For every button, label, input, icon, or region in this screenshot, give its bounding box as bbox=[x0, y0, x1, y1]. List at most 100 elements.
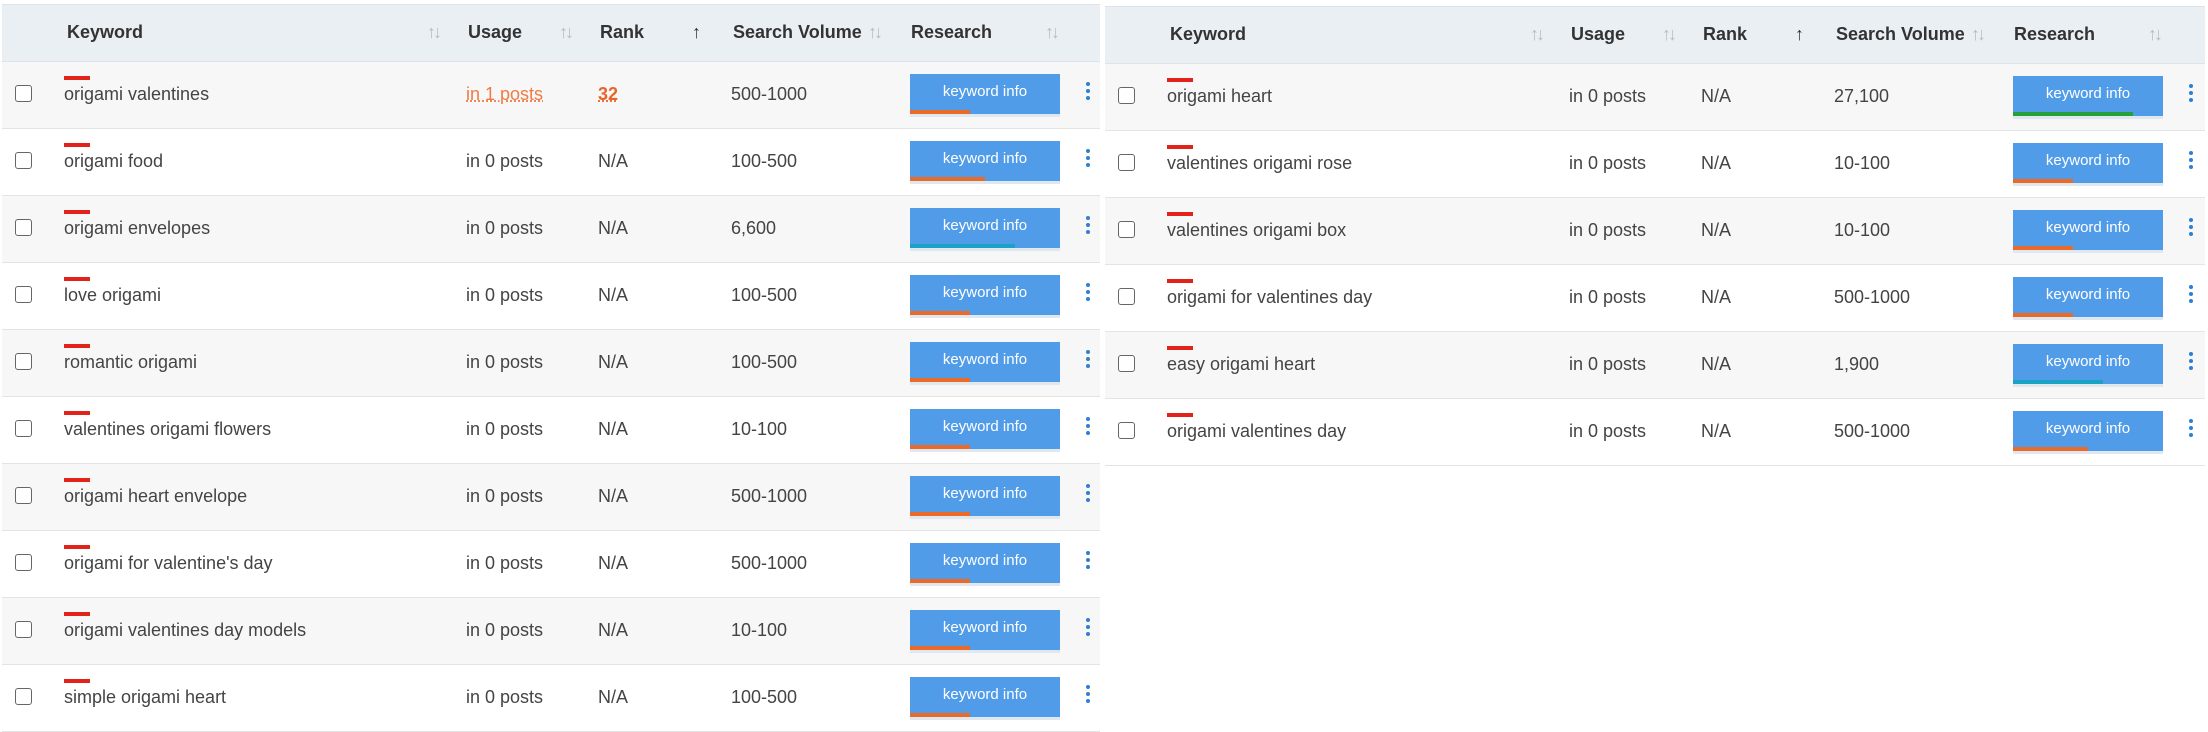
keyword-info-button[interactable]: keyword info bbox=[2013, 411, 2163, 451]
row-checkbox[interactable] bbox=[1118, 87, 1135, 104]
keyword-table-right: Keyword ↑↓ Usage ↑↓ Rank ↑ Search Volume… bbox=[1105, 6, 2205, 466]
column-header-search-volume[interactable]: Search Volume bbox=[1836, 24, 1965, 45]
volume-strength-bar bbox=[2013, 246, 2073, 250]
keyword-info-button[interactable]: keyword info bbox=[910, 610, 1060, 650]
column-header-rank[interactable]: Rank bbox=[600, 22, 644, 43]
rank-value: N/A bbox=[1701, 153, 1732, 173]
sort-icon[interactable]: ↑↓ bbox=[1045, 22, 1060, 43]
more-options-icon[interactable] bbox=[1085, 149, 1091, 170]
more-options-icon[interactable] bbox=[1085, 283, 1091, 304]
keyword-marker-icon bbox=[1167, 346, 1193, 350]
more-options-icon[interactable] bbox=[1085, 618, 1091, 639]
search-volume-value: 10-100 bbox=[731, 620, 788, 640]
keyword-info-label: keyword info bbox=[942, 418, 1028, 435]
more-options-icon[interactable] bbox=[1085, 685, 1091, 706]
sort-icon[interactable]: ↑↓ bbox=[2148, 24, 2163, 45]
column-header-research[interactable]: Research bbox=[911, 22, 992, 43]
keyword-text: easy origami heart bbox=[1167, 354, 1316, 374]
more-options-icon[interactable] bbox=[2188, 285, 2194, 306]
usage-value: in 0 posts bbox=[466, 285, 544, 305]
rank-value: N/A bbox=[1701, 421, 1732, 441]
keyword-info-button[interactable]: keyword info bbox=[910, 208, 1060, 248]
keyword-info-button[interactable]: keyword info bbox=[2013, 277, 2163, 317]
rank-value: N/A bbox=[598, 419, 629, 439]
volume-strength-bar bbox=[910, 378, 970, 382]
sort-icon[interactable]: ↑↓ bbox=[1530, 24, 1545, 45]
row-checkbox[interactable] bbox=[15, 487, 32, 504]
sort-active-icon[interactable]: ↑ bbox=[1795, 24, 1804, 45]
sort-icon[interactable]: ↑↓ bbox=[427, 22, 442, 43]
row-checkbox[interactable] bbox=[1118, 422, 1135, 439]
usage-value: in 0 posts bbox=[466, 352, 544, 372]
table-body: origami heart in 0 posts N/A 27,100 keyword … bbox=[1105, 64, 2205, 466]
column-header-usage[interactable]: Usage bbox=[1571, 24, 1625, 45]
table-row: origami heart in 0 posts N/A 27,100 keyword … bbox=[1105, 64, 2205, 131]
keyword-info-label: keyword info bbox=[2045, 219, 2131, 236]
row-checkbox[interactable] bbox=[15, 286, 32, 303]
keyword-marker-icon bbox=[64, 210, 90, 214]
keyword-info-button[interactable]: keyword info bbox=[910, 141, 1060, 181]
usage-value: in 0 posts bbox=[466, 486, 544, 506]
more-options-icon[interactable] bbox=[2188, 151, 2194, 172]
row-checkbox[interactable] bbox=[15, 420, 32, 437]
sort-icon[interactable]: ↑↓ bbox=[559, 22, 574, 43]
volume-strength-bar bbox=[2013, 313, 2073, 317]
rank-value: N/A bbox=[598, 285, 629, 305]
row-checkbox[interactable] bbox=[15, 621, 32, 638]
sort-active-icon[interactable]: ↑ bbox=[692, 22, 701, 43]
row-checkbox[interactable] bbox=[15, 688, 32, 705]
keyword-info-button[interactable]: keyword info bbox=[2013, 210, 2163, 250]
more-options-icon[interactable] bbox=[1085, 417, 1091, 438]
keyword-marker-icon bbox=[64, 679, 90, 683]
volume-strength-bar bbox=[910, 311, 970, 315]
row-checkbox[interactable] bbox=[15, 219, 32, 236]
keyword-info-button[interactable]: keyword info bbox=[2013, 344, 2163, 384]
row-checkbox[interactable] bbox=[15, 152, 32, 169]
keyword-marker-icon bbox=[1167, 78, 1193, 82]
more-options-icon[interactable] bbox=[1085, 350, 1091, 371]
row-checkbox[interactable] bbox=[15, 85, 32, 102]
sort-icon[interactable]: ↑↓ bbox=[1662, 24, 1677, 45]
keyword-info-button[interactable]: keyword info bbox=[910, 677, 1060, 717]
more-options-icon[interactable] bbox=[2188, 419, 2194, 440]
row-checkbox[interactable] bbox=[1118, 154, 1135, 171]
more-options-icon[interactable] bbox=[1085, 484, 1091, 505]
keyword-info-button[interactable]: keyword info bbox=[910, 342, 1060, 382]
keyword-info-button[interactable]: keyword info bbox=[2013, 143, 2163, 183]
more-options-icon[interactable] bbox=[1085, 82, 1091, 103]
column-header-usage[interactable]: Usage bbox=[468, 22, 522, 43]
keyword-info-button[interactable]: keyword info bbox=[910, 543, 1060, 583]
keyword-info-button[interactable]: keyword info bbox=[910, 409, 1060, 449]
column-header-research[interactable]: Research bbox=[2014, 24, 2095, 45]
search-volume-value: 500-1000 bbox=[1834, 421, 1911, 441]
keyword-info-button[interactable]: keyword info bbox=[910, 476, 1060, 516]
column-header-keyword[interactable]: Keyword bbox=[1170, 24, 1246, 45]
column-header-keyword[interactable]: Keyword bbox=[67, 22, 143, 43]
rank-value[interactable]: 32 bbox=[598, 84, 618, 105]
row-checkbox[interactable] bbox=[15, 554, 32, 571]
row-checkbox[interactable] bbox=[1118, 355, 1135, 372]
sort-icon[interactable]: ↑↓ bbox=[1971, 24, 1986, 45]
row-checkbox[interactable] bbox=[15, 353, 32, 370]
keyword-info-label: keyword info bbox=[2045, 420, 2131, 437]
rank-value: N/A bbox=[598, 151, 629, 171]
keyword-text: origami heart envelope bbox=[64, 486, 248, 506]
more-options-icon[interactable] bbox=[1085, 216, 1091, 237]
rank-value: N/A bbox=[1701, 220, 1732, 240]
more-options-icon[interactable] bbox=[2188, 352, 2194, 373]
row-checkbox[interactable] bbox=[1118, 288, 1135, 305]
more-options-icon[interactable] bbox=[2188, 218, 2194, 239]
table-row: origami heart envelope in 0 posts N/A 500-1… bbox=[2, 464, 1100, 531]
keyword-info-button[interactable]: keyword info bbox=[910, 275, 1060, 315]
more-options-icon[interactable] bbox=[1085, 551, 1091, 572]
column-header-search-volume[interactable]: Search Volume bbox=[733, 22, 862, 43]
more-options-icon[interactable] bbox=[2188, 84, 2194, 105]
column-header-rank[interactable]: Rank bbox=[1703, 24, 1747, 45]
usage-value[interactable]: in 1 posts bbox=[466, 84, 543, 105]
row-checkbox[interactable] bbox=[1118, 221, 1135, 238]
keyword-info-button[interactable]: keyword info bbox=[2013, 76, 2163, 116]
volume-strength-bar bbox=[910, 646, 970, 650]
volume-strength-bar bbox=[910, 244, 1015, 248]
keyword-info-button[interactable]: keyword info bbox=[910, 74, 1060, 114]
sort-icon[interactable]: ↑↓ bbox=[868, 22, 883, 43]
